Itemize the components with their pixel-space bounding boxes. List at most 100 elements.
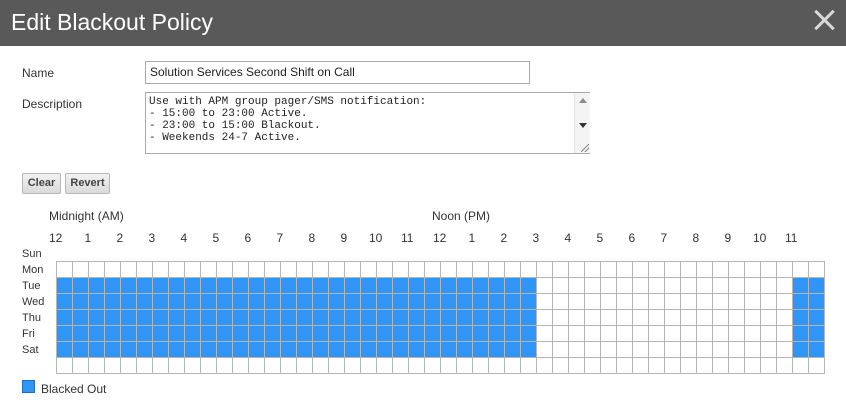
schedule-cell[interactable] — [265, 310, 281, 326]
schedule-cell[interactable] — [281, 310, 297, 326]
schedule-cell[interactable] — [697, 342, 713, 358]
schedule-cell[interactable] — [601, 294, 617, 310]
schedule-cell[interactable] — [489, 262, 505, 278]
schedule-cell[interactable] — [121, 278, 137, 294]
schedule-cell[interactable] — [73, 358, 89, 374]
schedule-cell[interactable] — [201, 342, 217, 358]
schedule-cell[interactable] — [521, 342, 537, 358]
schedule-cell[interactable] — [745, 342, 761, 358]
schedule-cell[interactable] — [537, 310, 553, 326]
schedule-cell[interactable] — [153, 358, 169, 374]
schedule-cell[interactable] — [473, 262, 489, 278]
schedule-cell[interactable] — [777, 310, 793, 326]
schedule-cell[interactable] — [745, 278, 761, 294]
schedule-cell[interactable] — [505, 358, 521, 374]
schedule-cell[interactable] — [649, 358, 665, 374]
schedule-cell[interactable] — [105, 262, 121, 278]
schedule-cell[interactable] — [713, 278, 729, 294]
schedule-cell[interactable] — [761, 342, 777, 358]
schedule-grid[interactable] — [56, 261, 825, 374]
schedule-cell[interactable] — [153, 342, 169, 358]
schedule-cell[interactable] — [153, 262, 169, 278]
schedule-cell[interactable] — [745, 310, 761, 326]
schedule-cell[interactable] — [601, 310, 617, 326]
schedule-cell[interactable] — [393, 262, 409, 278]
schedule-cell[interactable] — [249, 310, 265, 326]
schedule-cell[interactable] — [697, 358, 713, 374]
schedule-cell[interactable] — [185, 358, 201, 374]
schedule-cell[interactable] — [729, 358, 745, 374]
schedule-cell[interactable] — [441, 358, 457, 374]
schedule-cell[interactable] — [409, 358, 425, 374]
schedule-cell[interactable] — [761, 310, 777, 326]
schedule-cell[interactable] — [633, 310, 649, 326]
schedule-cell[interactable] — [249, 358, 265, 374]
schedule-cell[interactable] — [553, 326, 569, 342]
schedule-cell[interactable] — [761, 262, 777, 278]
schedule-cell[interactable] — [281, 262, 297, 278]
schedule-cell[interactable] — [169, 278, 185, 294]
schedule-cell[interactable] — [793, 310, 809, 326]
schedule-cell[interactable] — [681, 294, 697, 310]
schedule-cell[interactable] — [137, 310, 153, 326]
schedule-cell[interactable] — [137, 326, 153, 342]
schedule-cell[interactable] — [569, 262, 585, 278]
schedule-cell[interactable] — [361, 294, 377, 310]
schedule-cell[interactable] — [393, 342, 409, 358]
schedule-cell[interactable] — [521, 294, 537, 310]
schedule-cell[interactable] — [585, 310, 601, 326]
schedule-cell[interactable] — [313, 294, 329, 310]
schedule-cell[interactable] — [393, 278, 409, 294]
schedule-cell[interactable] — [281, 294, 297, 310]
schedule-cell[interactable] — [281, 278, 297, 294]
schedule-cell[interactable] — [569, 294, 585, 310]
schedule-cell[interactable] — [569, 358, 585, 374]
schedule-cell[interactable] — [201, 326, 217, 342]
schedule-cell[interactable] — [297, 310, 313, 326]
schedule-cell[interactable] — [153, 326, 169, 342]
schedule-cell[interactable] — [441, 294, 457, 310]
schedule-cell[interactable] — [425, 294, 441, 310]
schedule-cell[interactable] — [793, 358, 809, 374]
schedule-cell[interactable] — [617, 342, 633, 358]
schedule-cell[interactable] — [441, 310, 457, 326]
schedule-cell[interactable] — [201, 310, 217, 326]
schedule-cell[interactable] — [217, 342, 233, 358]
schedule-cell[interactable] — [713, 310, 729, 326]
schedule-cell[interactable] — [489, 358, 505, 374]
schedule-cell[interactable] — [441, 278, 457, 294]
schedule-cell[interactable] — [89, 342, 105, 358]
schedule-cell[interactable] — [521, 310, 537, 326]
schedule-cell[interactable] — [185, 310, 201, 326]
schedule-cell[interactable] — [681, 326, 697, 342]
schedule-cell[interactable] — [681, 278, 697, 294]
schedule-cell[interactable] — [489, 342, 505, 358]
schedule-cell[interactable] — [137, 358, 153, 374]
schedule-cell[interactable] — [313, 262, 329, 278]
schedule-cell[interactable] — [169, 342, 185, 358]
schedule-cell[interactable] — [105, 310, 121, 326]
schedule-cell[interactable] — [169, 294, 185, 310]
schedule-cell[interactable] — [633, 358, 649, 374]
schedule-cell[interactable] — [457, 310, 473, 326]
schedule-cell[interactable] — [393, 358, 409, 374]
schedule-cell[interactable] — [457, 278, 473, 294]
schedule-cell[interactable] — [777, 294, 793, 310]
schedule-cell[interactable] — [649, 326, 665, 342]
schedule-cell[interactable] — [601, 278, 617, 294]
schedule-cell[interactable] — [729, 294, 745, 310]
schedule-cell[interactable] — [665, 278, 681, 294]
schedule-cell[interactable] — [345, 342, 361, 358]
schedule-cell[interactable] — [585, 326, 601, 342]
schedule-cell[interactable] — [601, 342, 617, 358]
schedule-cell[interactable] — [57, 294, 73, 310]
schedule-cell[interactable] — [249, 262, 265, 278]
schedule-cell[interactable] — [121, 326, 137, 342]
schedule-cell[interactable] — [665, 326, 681, 342]
schedule-cell[interactable] — [553, 294, 569, 310]
schedule-cell[interactable] — [105, 326, 121, 342]
schedule-cell[interactable] — [57, 342, 73, 358]
schedule-cell[interactable] — [201, 294, 217, 310]
schedule-cell[interactable] — [553, 278, 569, 294]
schedule-cell[interactable] — [121, 294, 137, 310]
